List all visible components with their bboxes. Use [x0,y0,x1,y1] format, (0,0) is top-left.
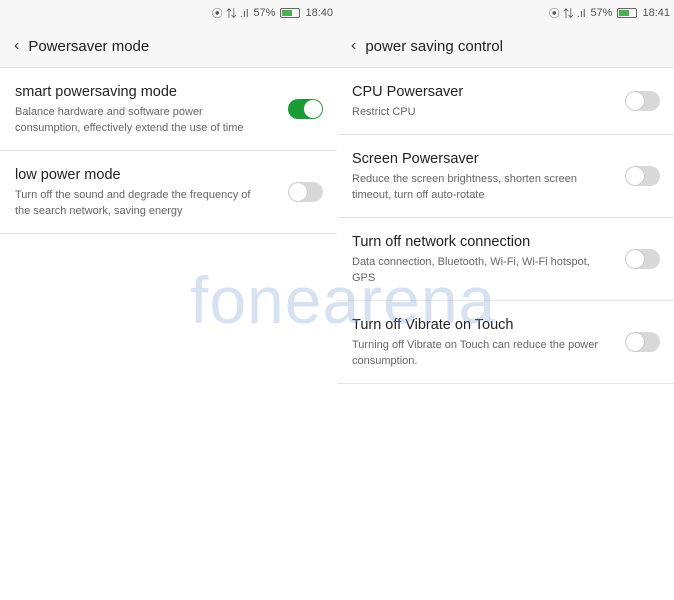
page-title: power saving control [365,37,503,55]
setting-row[interactable]: low power mode Turn off the sound and de… [0,151,337,234]
left-screen: ⦿ ⇅ .ıl 57% 18:40 ‹ Powersaver mode smar… [0,0,337,600]
setting-title: Turn off network connection [352,234,531,250]
status-bar: ⦿ ⇅ .ıl 57% 18:41 [337,0,674,25]
toggle-knob [289,183,307,201]
title-bar: ‹ power saving control [337,25,674,68]
battery-percent: 57% [590,6,613,19]
toggle-switch[interactable] [288,99,323,119]
toggle-switch[interactable] [288,182,323,202]
battery-icon [280,7,301,18]
toggle-switch[interactable] [625,249,660,269]
setting-description: Turn off the sound and degrade the frequ… [15,189,251,217]
title-bar: ‹ Powersaver mode [0,25,337,68]
toggle-knob [626,92,644,110]
setting-description: Balance hardware and software power cons… [15,106,244,134]
battery-icon [617,7,638,18]
setting-description: Turning off Vibrate on Touch can reduce … [352,339,599,367]
toggle-knob [304,100,322,118]
clock: 18:41 [642,6,670,19]
battery-percent: 57% [253,6,276,19]
setting-description: Reduce the screen brightness, shorten sc… [352,173,578,201]
setting-row[interactable]: Screen Powersaver Reduce the screen brig… [337,135,674,218]
setting-description: Data connection, Bluetooth, Wi-Fi, Wi-Fi… [352,256,590,284]
setting-title: Screen Powersaver [352,151,479,167]
back-icon[interactable]: ‹ [14,37,19,55]
back-icon[interactable]: ‹ [351,37,356,55]
setting-row[interactable]: CPU Powersaver Restrict CPU [337,68,674,135]
setting-title: Turn off Vibrate on Touch [352,317,514,333]
setting-description: Restrict CPU [352,106,416,118]
setting-row[interactable]: Turn off Vibrate on Touch Turning off Vi… [337,301,674,384]
toggle-switch[interactable] [625,166,660,186]
toggle-knob [626,333,644,351]
toggle-knob [626,250,644,268]
toggle-switch[interactable] [625,91,660,111]
clock: 18:40 [305,6,333,19]
toggle-knob [626,167,644,185]
signal-icon: ⦿ ⇅ .ıl [211,7,249,20]
setting-title: CPU Powersaver [352,84,464,100]
toggle-switch[interactable] [625,332,660,352]
setting-title: smart powersaving mode [15,84,177,100]
page-title: Powersaver mode [28,37,150,55]
setting-row[interactable]: Turn off network connection Data connect… [337,218,674,301]
right-screen: ⦿ ⇅ .ıl 57% 18:41 ‹ power saving control… [337,0,674,600]
status-bar: ⦿ ⇅ .ıl 57% 18:40 [0,0,337,25]
setting-row[interactable]: smart powersaving mode Balance hardware … [0,68,337,151]
setting-title: low power mode [15,167,121,183]
signal-icon: ⦿ ⇅ .ıl [548,7,586,20]
